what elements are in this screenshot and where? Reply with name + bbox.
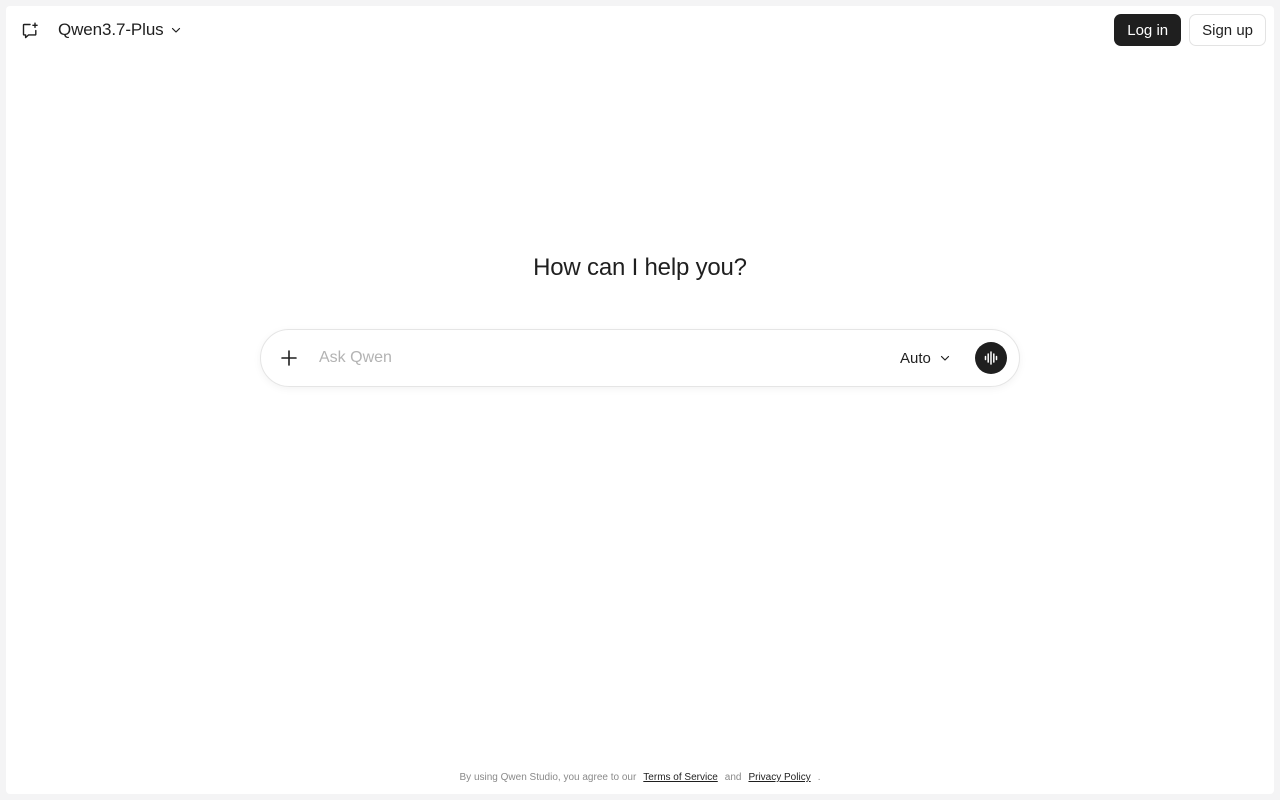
login-button[interactable]: Log in (1114, 14, 1182, 46)
terms-link[interactable]: Terms of Service (643, 772, 717, 783)
footer-suffix: . (817, 772, 821, 783)
model-selector[interactable]: Qwen3.7-Plus (58, 18, 182, 42)
mode-dropdown[interactable]: Auto (900, 347, 951, 369)
chevron-down-icon (171, 27, 180, 33)
new-chat-button[interactable] (18, 19, 42, 43)
footer-prefix: By using Qwen Studio, you agree to our (459, 772, 637, 783)
signup-button[interactable]: Sign up (1189, 14, 1266, 46)
chat-composer: Auto (260, 329, 1020, 387)
legal-footer: By using Qwen Studio, you agree to our T… (6, 772, 1274, 783)
app-window: Qwen3.7-Plus Log in Sign up How can I he… (6, 6, 1274, 794)
auth-buttons: Log in Sign up (1114, 14, 1266, 46)
model-name: Qwen3.7-Plus (58, 20, 164, 39)
page-title: How can I help you? (533, 254, 747, 281)
prompt-input[interactable] (319, 344, 879, 372)
chevron-down-icon (940, 355, 949, 361)
privacy-link[interactable]: Privacy Policy (748, 772, 810, 783)
plus-icon (281, 350, 297, 366)
footer-and: and (724, 772, 742, 783)
mode-label: Auto (900, 349, 931, 367)
voice-button[interactable] (975, 342, 1007, 374)
attach-button[interactable] (275, 344, 303, 372)
new-chat-icon (22, 22, 38, 39)
top-bar: Qwen3.7-Plus Log in Sign up (6, 6, 1274, 54)
audio-wave-icon (984, 351, 998, 365)
